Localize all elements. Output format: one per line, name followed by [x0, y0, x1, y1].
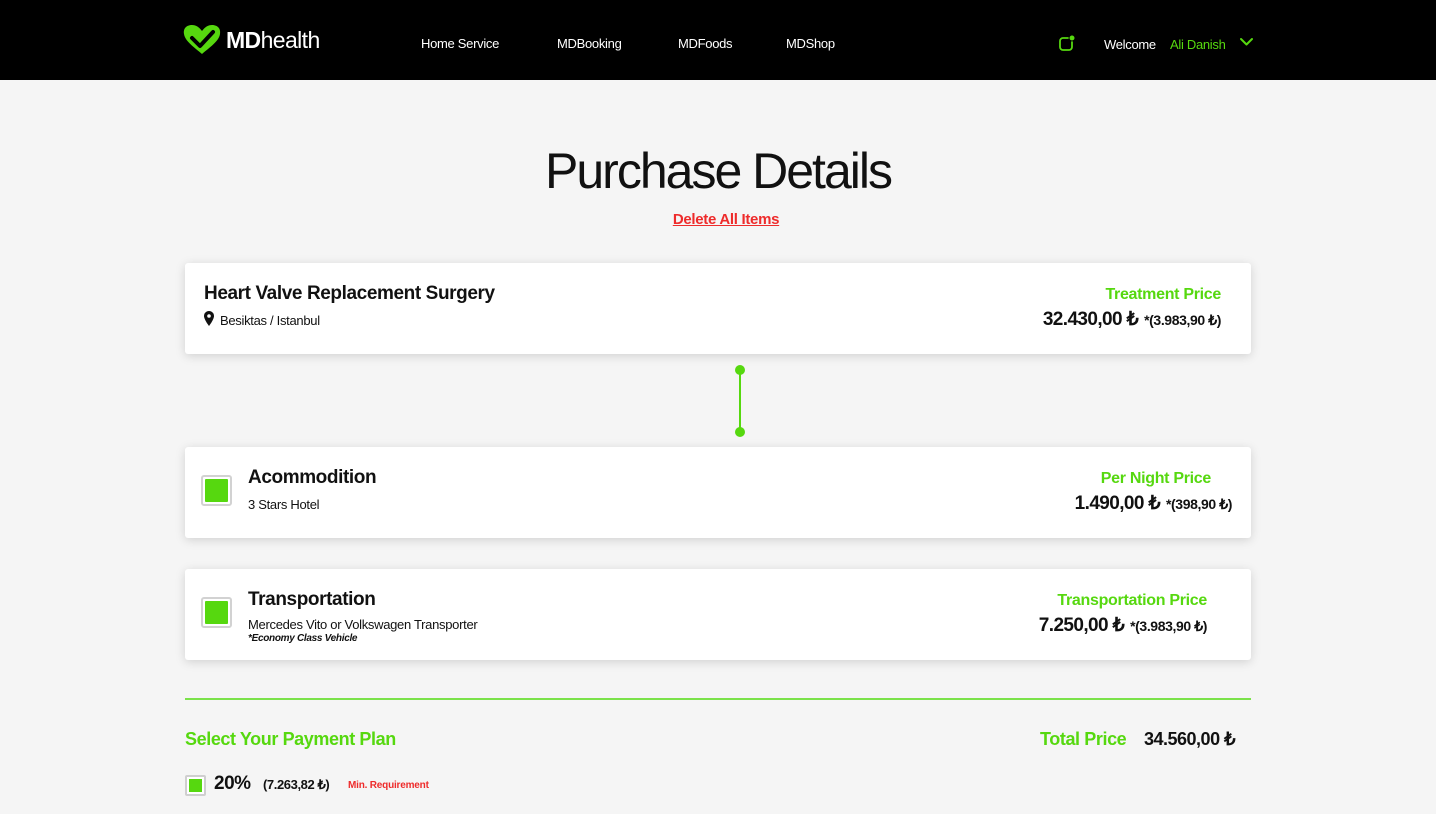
heart-logo-icon	[183, 25, 221, 54]
accommodation-card: Acommodition 3 Stars Hotel Per Night Pri…	[185, 447, 1251, 538]
plan-20-checkbox[interactable]	[185, 775, 206, 796]
notification-icon[interactable]	[1058, 34, 1076, 52]
welcome-label: Welcome	[1104, 37, 1156, 52]
logo-text: MDhealth	[226, 27, 320, 53]
chevron-down-icon[interactable]	[1239, 37, 1254, 47]
user-name-button[interactable]: Ali Danish	[1170, 37, 1226, 52]
treatment-price-label: Treatment Price	[1105, 286, 1221, 303]
payment-plan-heading: Select Your Payment Plan	[185, 729, 396, 749]
accommodation-price-row: 1.490,00 ₺ *(398,90 ₺)	[1074, 492, 1233, 515]
nav-mdshop[interactable]: MDShop	[786, 36, 835, 51]
transportation-price-row: 7.250,00 ₺ *(3.983,90 ₺)	[1038, 614, 1208, 637]
treatment-price-alt: *(3.983,90 ₺)	[1144, 312, 1221, 328]
mdhealth-logo[interactable]: MDhealth	[182, 24, 320, 56]
checkbox-fill	[189, 779, 202, 792]
accommodation-price-label: Per Night Price	[1100, 470, 1212, 487]
transportation-price-label: Transportation Price	[1057, 592, 1207, 609]
treatment-card: Heart Valve Replacement Surgery Besiktas…	[185, 263, 1251, 354]
treatment-price: 32.430,00 ₺	[1042, 309, 1139, 330]
transportation-price: 7.250,00 ₺	[1038, 615, 1125, 636]
treatment-title: Heart Valve Replacement Surgery	[204, 283, 495, 304]
treatment-location: Besiktas / Istanbul	[220, 313, 320, 328]
connector-line	[735, 365, 745, 437]
section-divider	[185, 698, 1251, 700]
total-price-value: 34.560,00 ₺	[1144, 729, 1236, 749]
transportation-subtitle: Mercedes Vito or Volkswagen Transporter	[248, 617, 478, 632]
transportation-note: *Economy Class Vehicle	[248, 633, 358, 644]
accommodation-title: Acommodition	[248, 467, 377, 488]
checkbox-fill	[205, 601, 228, 624]
total-price-label: Total Price	[1040, 729, 1127, 749]
transportation-checkbox[interactable]	[201, 597, 232, 628]
plan-amount: (7.263,82 ₺)	[263, 777, 330, 792]
transportation-title: Transportation	[248, 589, 376, 610]
accommodation-price-alt: *(398,90 ₺)	[1166, 496, 1232, 512]
location-pin-icon	[204, 311, 214, 326]
nav-mdfoods[interactable]: MDFoods	[678, 36, 733, 51]
top-navbar: MDhealth Home Service MDBooking MDFoods …	[0, 0, 1436, 80]
page-title: Purchase Details	[545, 143, 893, 199]
checkbox-fill	[205, 479, 228, 502]
plan-percent: 20%	[214, 773, 251, 794]
treatment-price-row: 32.430,00 ₺ *(3.983,90 ₺)	[1042, 308, 1222, 331]
transportation-price-alt: *(3.983,90 ₺)	[1130, 618, 1207, 634]
nav-home-service[interactable]: Home Service	[421, 36, 499, 51]
nav-mdbooking[interactable]: MDBooking	[557, 36, 622, 51]
accommodation-checkbox[interactable]	[201, 475, 232, 506]
plan-min-requirement: Min. Requirement	[348, 780, 429, 791]
accommodation-price: 1.490,00 ₺	[1074, 493, 1161, 514]
transportation-card: Transportation Mercedes Vito or Volkswag…	[185, 569, 1251, 660]
delete-all-items-link[interactable]: Delete All Items	[0, 211, 1436, 228]
accommodation-subtitle: 3 Stars Hotel	[248, 497, 320, 512]
